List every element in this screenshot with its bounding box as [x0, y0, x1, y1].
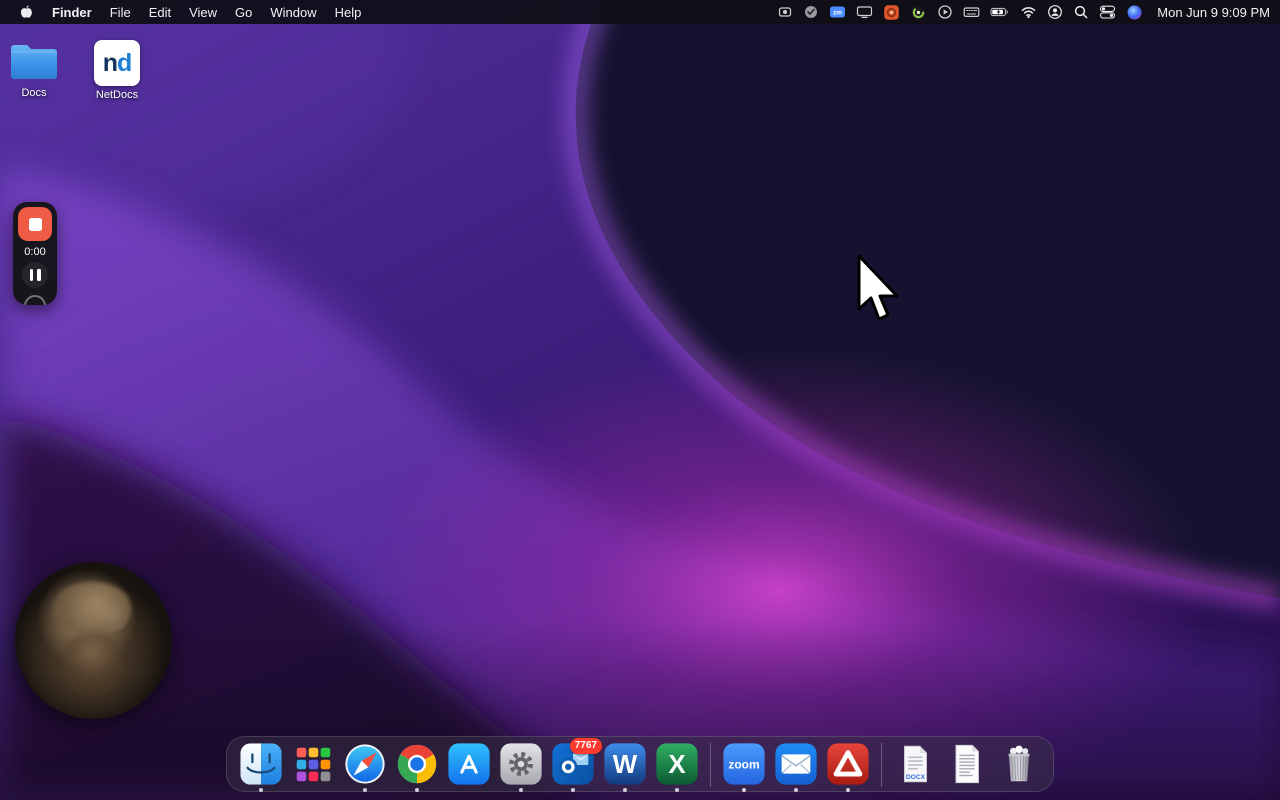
dock-safari[interactable]	[341, 741, 389, 793]
dock-system-preferences[interactable]	[497, 741, 545, 793]
recorder-app-icon[interactable]	[878, 0, 905, 24]
netdocs-app-icon: nd	[94, 40, 140, 86]
trash-full-icon	[1008, 745, 1030, 782]
apple-menu[interactable]	[10, 4, 43, 20]
ring-logo-icon[interactable]	[905, 0, 932, 24]
pause-recording-button[interactable]	[22, 262, 48, 288]
wifi-icon[interactable]	[1015, 0, 1042, 24]
finder-icon	[240, 743, 282, 785]
word-icon: W	[604, 743, 646, 785]
menu-view[interactable]: View	[180, 5, 226, 20]
wallpaper	[0, 0, 1280, 800]
webcam-overlay[interactable]	[15, 562, 172, 719]
menu-clock[interactable]: Mon Jun 9 9:09 PM	[1148, 5, 1270, 20]
svg-text:W: W	[613, 751, 638, 779]
dock-launchpad[interactable]	[289, 741, 337, 793]
dock-mail[interactable]	[772, 741, 820, 793]
siri-icon[interactable]	[1121, 0, 1148, 24]
zoom-menubar-icon[interactable]: zm	[824, 0, 851, 24]
recorder-extra-button[interactable]	[24, 295, 46, 305]
dock-outlook[interactable]: 7767	[549, 738, 602, 793]
dock-separator	[881, 743, 882, 787]
mail-icon	[775, 743, 817, 785]
dock-zoom[interactable]: zoom	[720, 741, 768, 793]
record-chip-icon[interactable]	[772, 0, 798, 24]
active-app-menu[interactable]: Finder	[43, 5, 101, 20]
dock-docx-file[interactable]: DOCX	[891, 741, 939, 793]
user-account-icon[interactable]	[1042, 0, 1068, 24]
check-circle-icon[interactable]	[798, 0, 824, 24]
control-center-icon[interactable]	[1094, 0, 1121, 24]
desktop-icon-label: Docs	[21, 87, 47, 99]
menu-file[interactable]: File	[101, 5, 140, 20]
apple-icon	[20, 5, 32, 18]
dock-app-store[interactable]	[445, 741, 493, 793]
recording-widget: 0:00	[13, 202, 57, 305]
desktop-icon-docs[interactable]: Docs	[0, 38, 68, 99]
launchpad-icon	[296, 747, 331, 782]
stop-icon	[28, 217, 42, 231]
recording-timer: 0:00	[24, 246, 46, 258]
dock-excel[interactable]: X	[653, 741, 701, 793]
dock-trash[interactable]	[995, 741, 1043, 793]
app-store-icon	[448, 743, 490, 785]
battery-charging-icon[interactable]	[985, 0, 1015, 24]
excel-icon: X	[656, 743, 698, 785]
dock-word[interactable]: W	[601, 741, 649, 793]
dock-acrobat[interactable]	[824, 741, 872, 793]
document-file-icon	[955, 744, 979, 784]
zoom-icon: zoom	[723, 743, 765, 785]
menu-edit[interactable]: Edit	[140, 5, 180, 20]
acrobat-icon	[827, 743, 869, 785]
menu-bar: Finder File Edit View Go Window Help zm	[0, 0, 1280, 24]
menu-window[interactable]: Window	[261, 5, 325, 20]
svg-text:X: X	[668, 751, 686, 779]
docx-file-icon: DOCX	[903, 745, 927, 783]
dock-finder[interactable]	[237, 741, 285, 793]
outlook-unread-badge: 7767	[569, 738, 602, 754]
dock-chrome[interactable]	[393, 741, 441, 793]
stop-recording-button[interactable]	[18, 207, 52, 241]
svg-text:zm: zm	[833, 10, 842, 17]
menu-go[interactable]: Go	[226, 5, 261, 20]
dock: 7767 W X zoom DOCX	[226, 736, 1054, 792]
chrome-icon	[397, 744, 437, 784]
dock-document-file[interactable]	[943, 741, 991, 793]
play-circle-icon[interactable]	[932, 0, 958, 24]
desktop-icon-netdocs[interactable]: nd NetDocs	[83, 40, 151, 101]
keyboard-icon[interactable]	[958, 0, 985, 24]
dock-separator	[710, 743, 711, 787]
gear-icon	[500, 743, 542, 785]
desktop: Finder File Edit View Go Window Help zm	[0, 0, 1280, 800]
menu-help[interactable]: Help	[326, 5, 371, 20]
pause-icon	[29, 269, 33, 281]
display-icon[interactable]	[851, 0, 878, 24]
folder-icon	[11, 45, 57, 79]
safari-icon	[345, 744, 385, 784]
spotlight-search-icon[interactable]	[1068, 0, 1094, 24]
svg-text:zoom: zoom	[728, 757, 759, 771]
svg-text:DOCX: DOCX	[906, 774, 926, 781]
desktop-icon-label: NetDocs	[95, 89, 139, 101]
